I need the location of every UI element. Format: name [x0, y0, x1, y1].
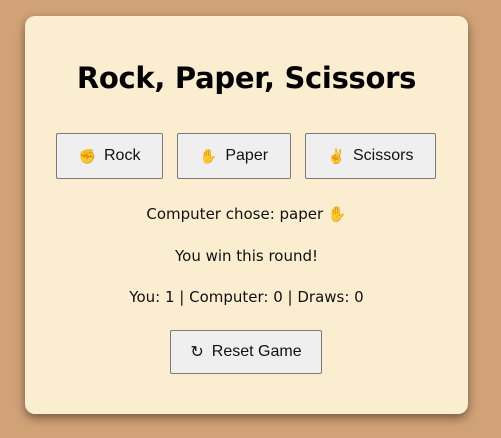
raised-hand-icon: ✋	[199, 148, 218, 164]
paper-button-label: Paper	[225, 147, 269, 164]
reset-game-button[interactable]: ↻ Reset Game	[170, 330, 322, 374]
game-card: Rock, Paper, Scissors ✊ Rock ✋ Paper ✌ S…	[25, 16, 468, 414]
reset-icon: ↻	[190, 344, 204, 361]
page-title: Rock, Paper, Scissors	[76, 61, 417, 95]
victory-hand-icon: ✌	[327, 148, 345, 164]
round-result-text: You win this round!	[174, 247, 319, 265]
scissors-button-label: Scissors	[352, 147, 414, 164]
computer-choice-text: Computer chose: paper ✋	[146, 205, 347, 223]
score-text: You: 1 | Computer: 0 | Draws: 0	[129, 288, 364, 306]
scissors-button[interactable]: ✌ Scissors	[305, 133, 436, 179]
rock-button[interactable]: ✊ Rock	[56, 133, 163, 179]
reset-button-label: Reset Game	[211, 343, 302, 360]
paper-button[interactable]: ✋ Paper	[177, 133, 291, 179]
fist-icon: ✊	[78, 148, 96, 164]
choice-buttons: ✊ Rock ✋ Paper ✌ Scissors	[56, 133, 436, 179]
rock-button-label: Rock	[103, 147, 141, 164]
